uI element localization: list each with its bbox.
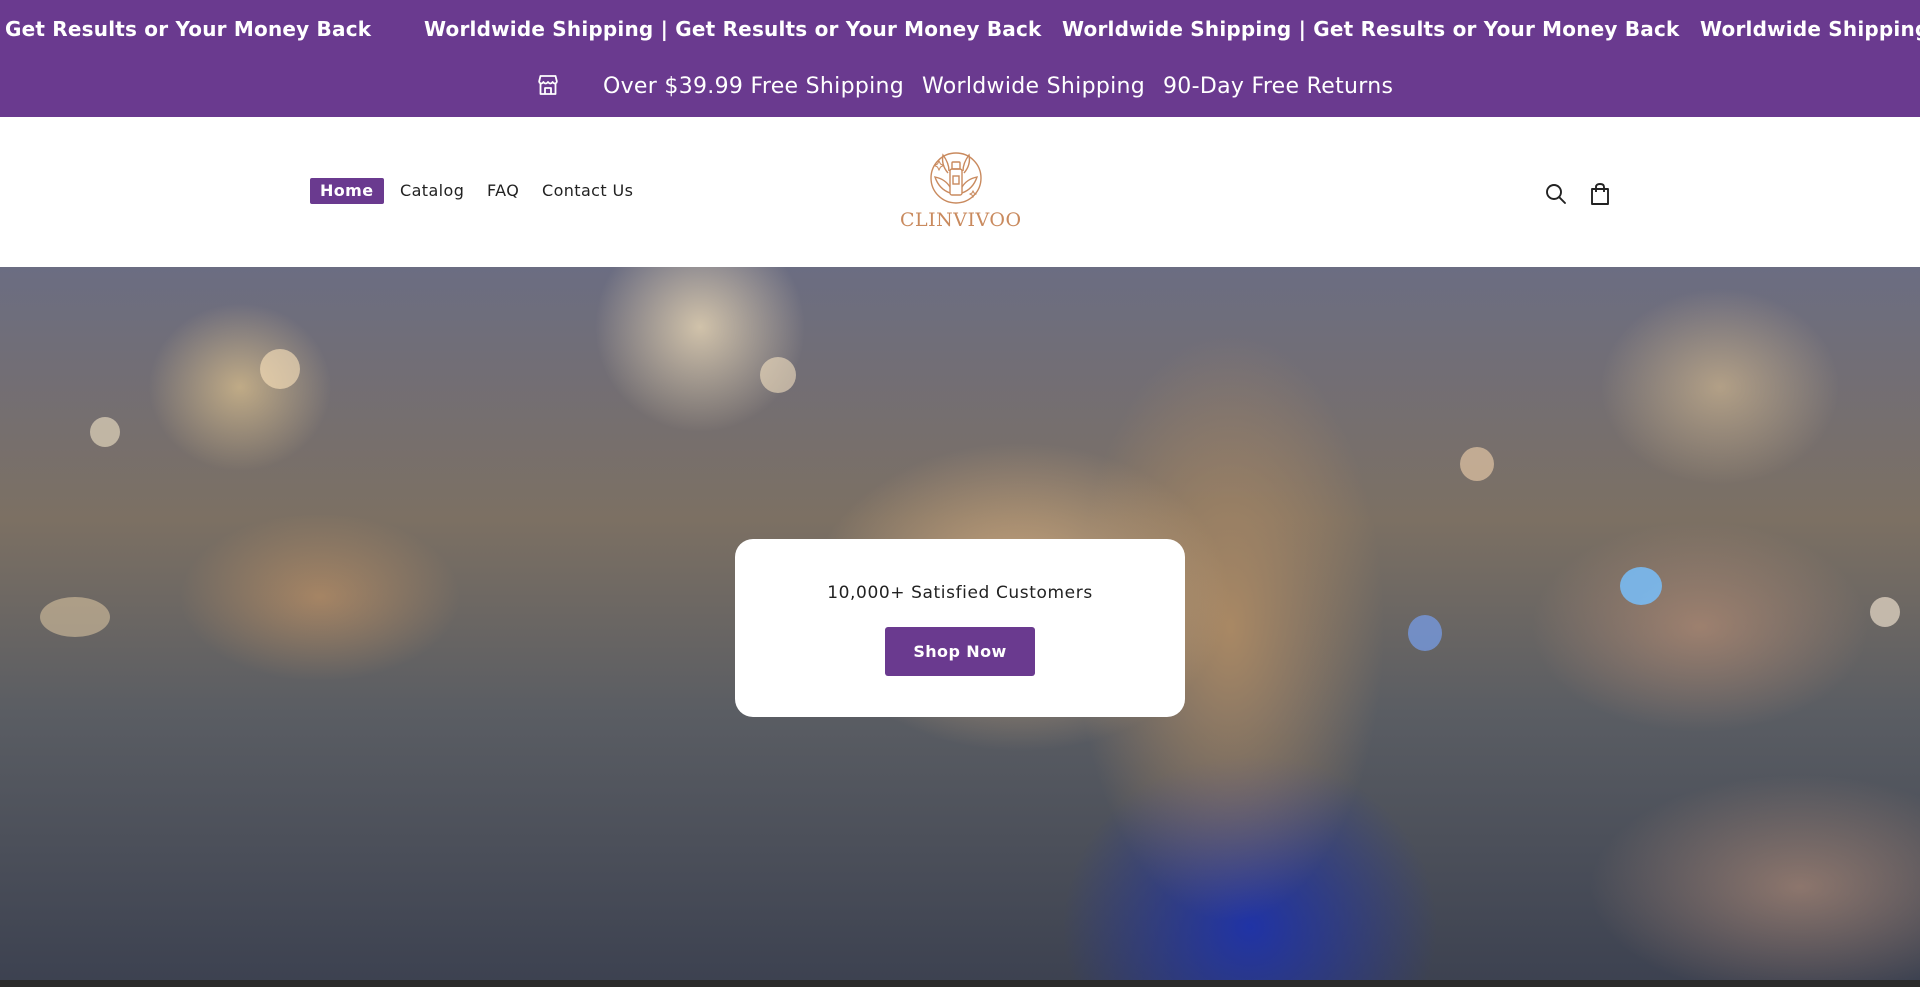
site-logo[interactable]: CLINVIVOO <box>900 149 1022 235</box>
bokeh-light <box>1620 567 1662 605</box>
bokeh-light <box>1408 615 1442 651</box>
search-icon[interactable] <box>1543 181 1569 207</box>
shop-now-button[interactable]: Shop Now <box>885 627 1035 676</box>
perk-free-returns: 90-Day Free Returns <box>1163 74 1394 99</box>
bottle-leaves-logo-icon <box>921 149 991 209</box>
bokeh-light <box>40 597 110 637</box>
shopping-bag-icon[interactable] <box>1587 181 1613 207</box>
nav-item-faq[interactable]: FAQ <box>487 178 519 204</box>
announcement-marquee: Get Results or Your Money Back Worldwide… <box>0 0 1920 56</box>
bokeh-light <box>260 349 300 389</box>
announcement-item: Worldwide Shipping | Get Results or Your… <box>1062 17 1680 41</box>
logo-wordmark: CLINVIVOO <box>900 209 1022 231</box>
hero-banner: 10,000+ Satisfied Customers Shop Now <box>0 267 1920 987</box>
hero-tagline: 10,000+ Satisfied Customers <box>827 583 1093 603</box>
bokeh-light <box>760 357 796 393</box>
hero-bottom-bar <box>0 980 1920 987</box>
site-header: Home Catalog FAQ Contact Us CLINVIVOO <box>0 117 1920 267</box>
bokeh-light <box>1870 597 1900 627</box>
bokeh-light <box>90 417 120 447</box>
nav-item-catalog[interactable]: Catalog <box>400 178 464 204</box>
announcement-item: Get Results or Your Money Back <box>5 17 372 41</box>
bokeh-light <box>1460 447 1494 481</box>
announcement-item: Worldwide Shipping | <box>1700 17 1920 41</box>
nav-item-home[interactable]: Home <box>310 178 384 204</box>
announcement-item: Worldwide Shipping | Get Results or Your… <box>424 17 1042 41</box>
perks-bar: Over $39.99 Free Shipping Worldwide Ship… <box>0 56 1920 117</box>
perk-free-shipping: Over $39.99 Free Shipping <box>603 74 905 99</box>
hero-card: 10,000+ Satisfied Customers Shop Now <box>735 539 1185 717</box>
store-icon <box>535 72 561 98</box>
nav-item-contact-us[interactable]: Contact Us <box>542 178 633 204</box>
perk-worldwide-shipping: Worldwide Shipping <box>922 74 1146 99</box>
